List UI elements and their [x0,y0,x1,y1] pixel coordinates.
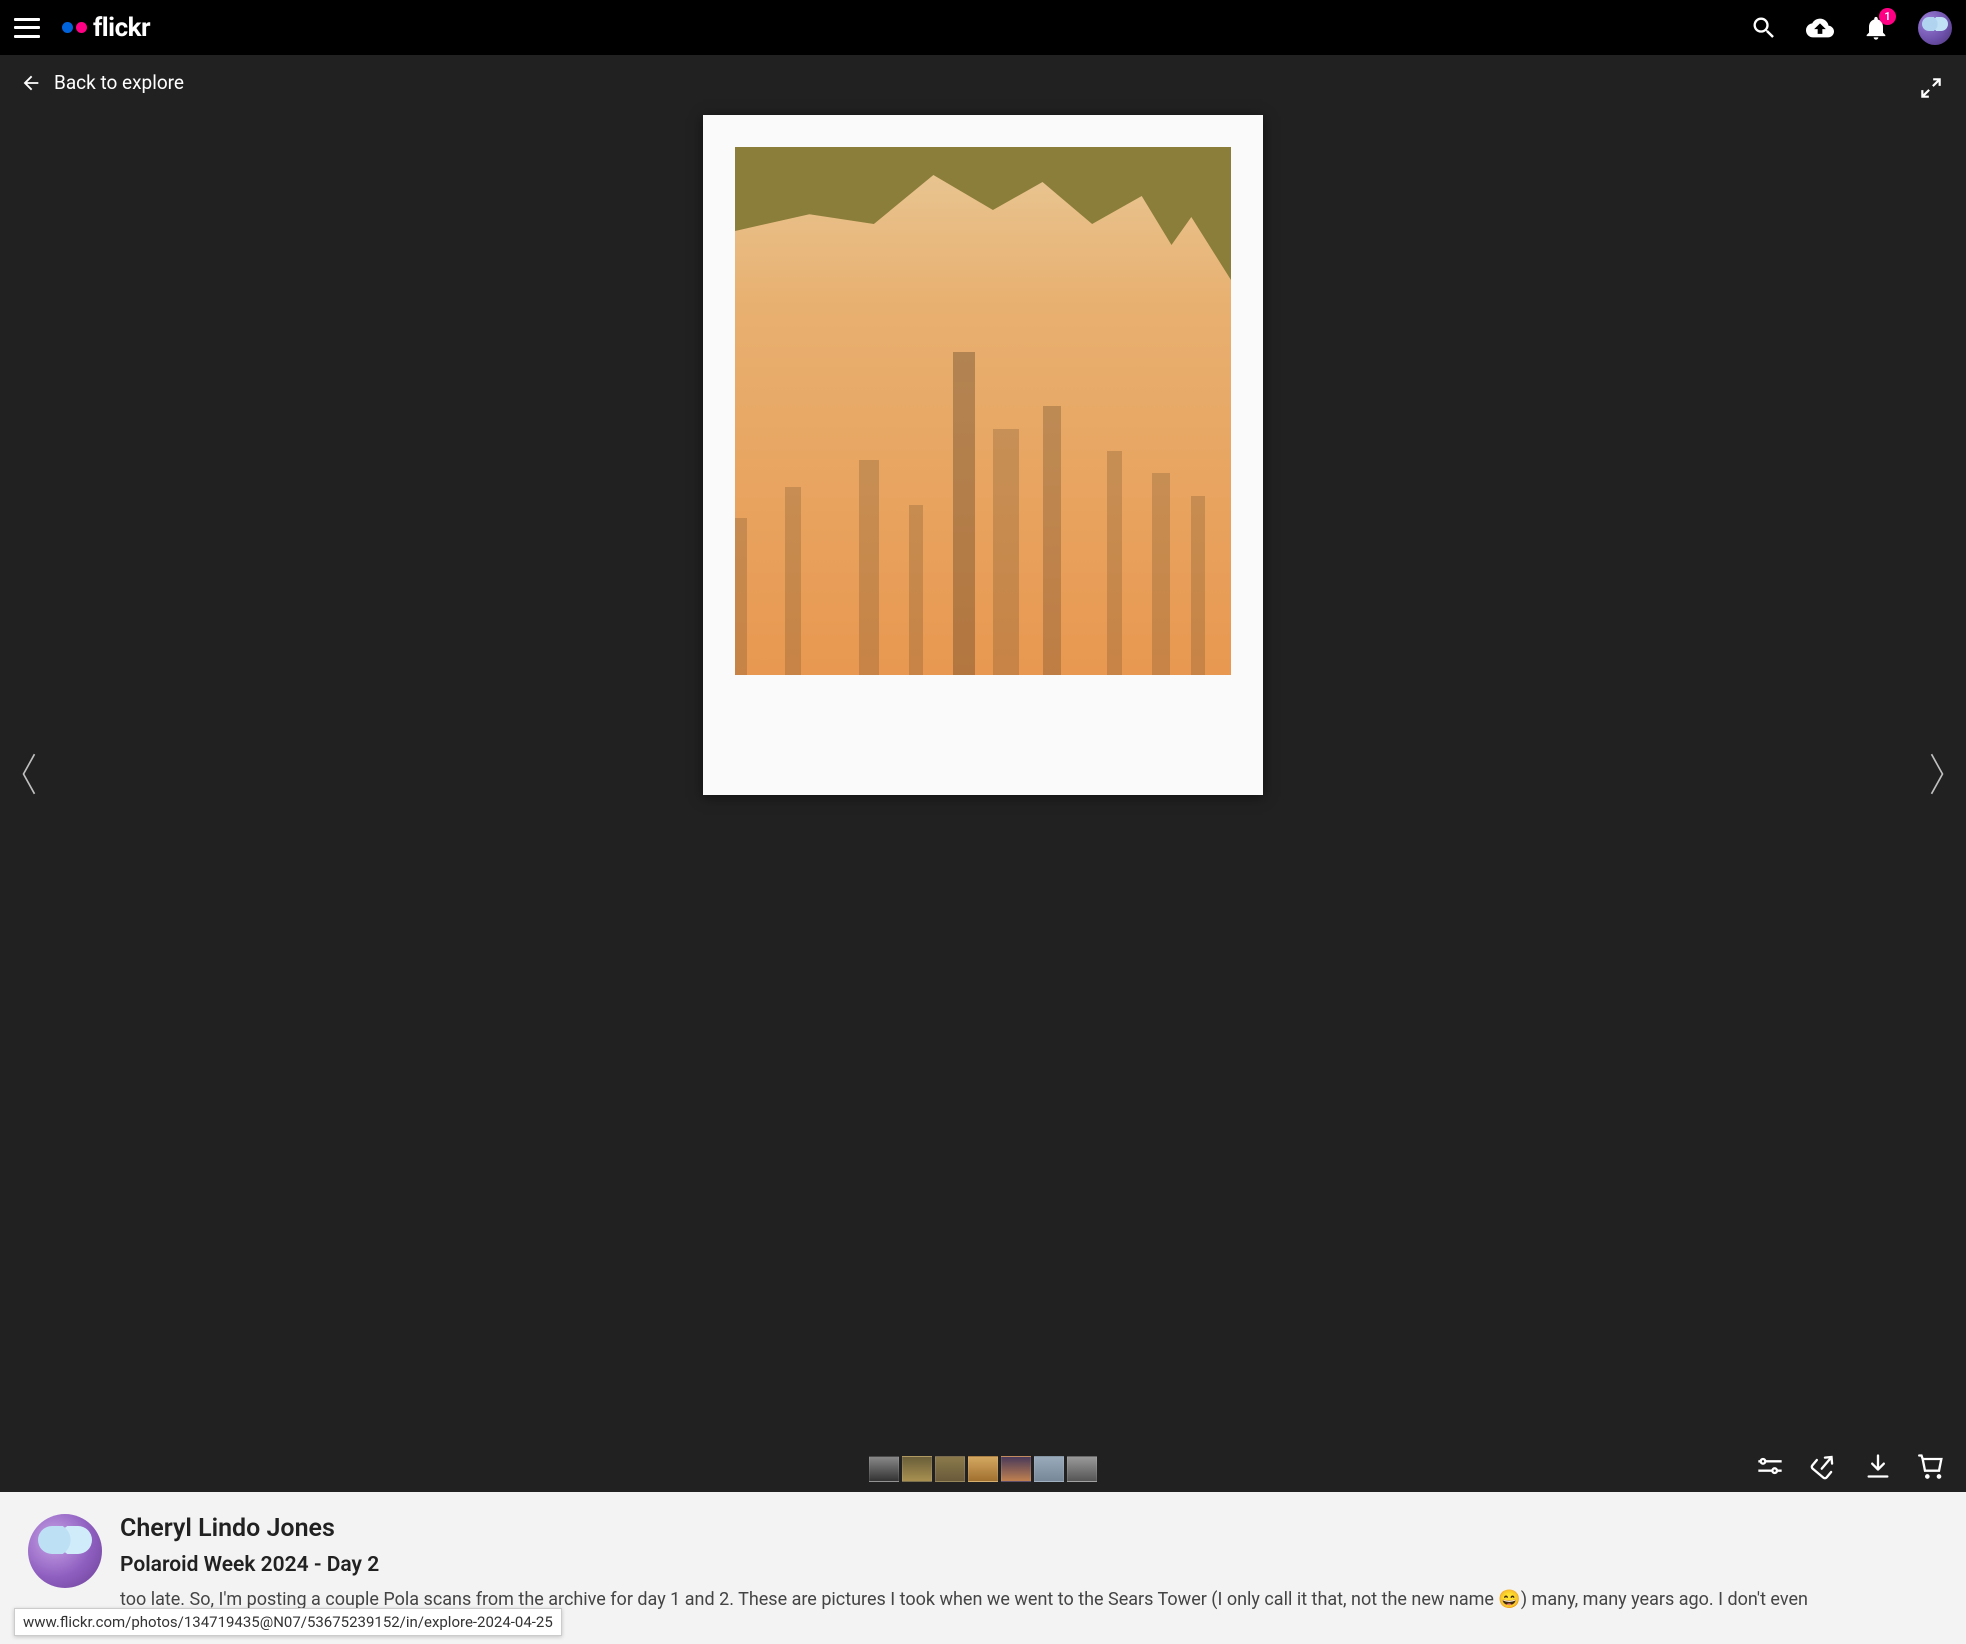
logo-dots-icon [62,22,87,33]
photo-title: Polaroid Week 2024 - Day 2 [120,1553,1938,1577]
thumbnail[interactable] [968,1456,998,1482]
fullscreen-icon[interactable] [1918,75,1944,101]
notification-badge: 1 [1879,8,1896,25]
thumbnail[interactable] [1034,1456,1064,1482]
photo-actions [1756,1452,1946,1480]
navbar-right: 1 [1750,11,1952,45]
arrow-left-icon [20,72,42,94]
author-avatar[interactable] [28,1514,102,1588]
cart-icon[interactable] [1918,1452,1946,1480]
back-to-explore-link[interactable]: Back to explore [20,71,184,94]
search-icon[interactable] [1750,14,1778,42]
user-avatar[interactable] [1918,11,1952,45]
photo-viewer: Back to explore [0,55,1966,1492]
top-navbar: flickr 1 [0,0,1966,55]
photo-info-panel: Cheryl Lindo Jones Polaroid Week 2024 - … [0,1492,1966,1644]
download-icon[interactable] [1864,1452,1892,1480]
menu-icon[interactable] [14,18,40,38]
share-icon[interactable] [1810,1452,1838,1480]
chevron-right-icon [1926,752,1948,796]
upload-icon[interactable] [1806,14,1834,42]
thumbnail[interactable] [1067,1456,1097,1482]
chevron-left-icon [18,752,40,796]
flickr-logo[interactable]: flickr [62,13,150,43]
next-photo-button[interactable] [1922,744,1952,804]
navbar-left: flickr [14,13,150,43]
author-name[interactable]: Cheryl Lindo Jones [120,1514,1938,1543]
status-bar-url: www.flickr.com/photos/134719435@N07/5367… [14,1608,562,1636]
thumbnail[interactable] [902,1456,932,1482]
thumbnail[interactable] [1001,1456,1031,1482]
back-label: Back to explore [54,71,184,94]
thumbnail[interactable] [869,1456,899,1482]
logo-text: flickr [93,13,150,43]
thumbnail-strip [869,1456,1097,1482]
prev-photo-button[interactable] [14,744,44,804]
thumbnail[interactable] [935,1456,965,1482]
settings-icon[interactable] [1756,1452,1784,1480]
photo-content [735,147,1231,675]
notifications-icon[interactable]: 1 [1862,14,1890,42]
main-photo[interactable] [703,115,1263,795]
